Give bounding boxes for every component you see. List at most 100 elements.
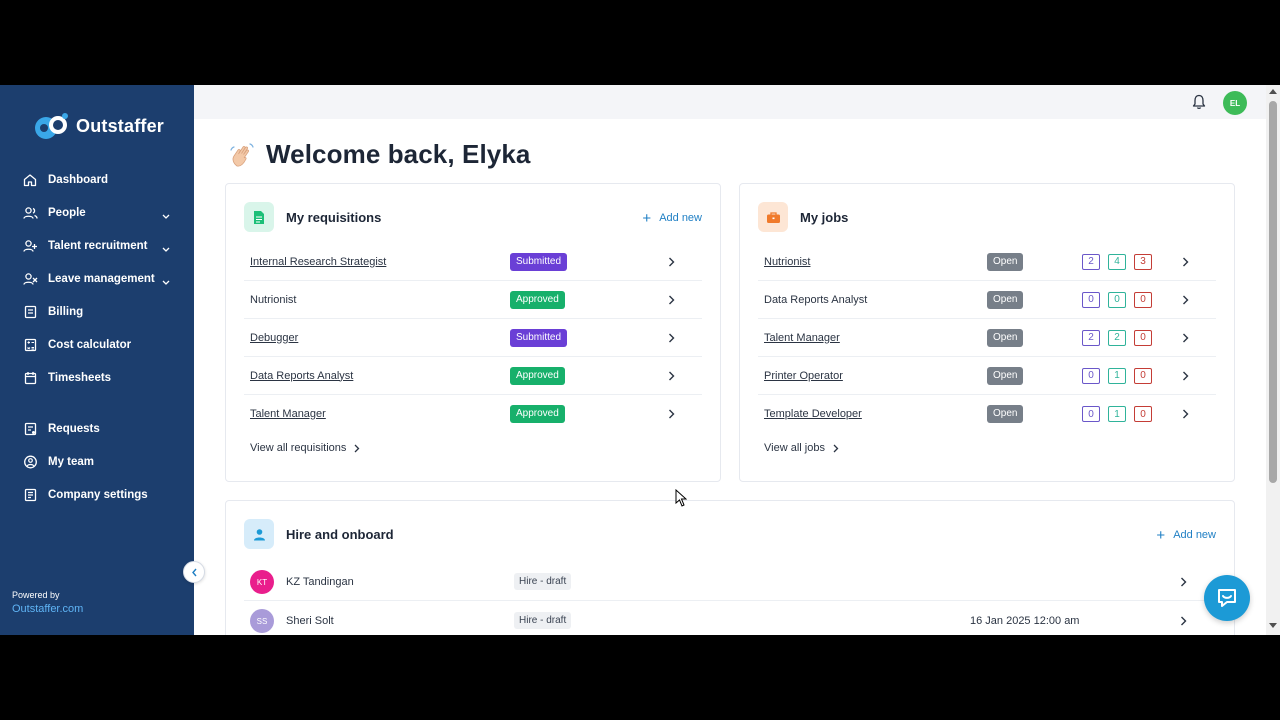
sidebar-item-timesheets[interactable]: Timesheets <box>0 361 194 394</box>
hire-title: Hire and onboard <box>286 526 394 542</box>
sidebar-item-label: My team <box>48 455 95 468</box>
count-badge[interactable]: 1 <box>1108 406 1126 422</box>
job-row[interactable]: Printer Operator Open 0 1 0 <box>758 357 1216 395</box>
count-badge[interactable]: 0 <box>1082 291 1100 308</box>
job-name[interactable]: Nutrionist <box>764 256 810 268</box>
sidebar-item-cost-calculator[interactable]: Cost calculator <box>0 328 194 361</box>
count-badge[interactable]: 2 <box>1082 253 1100 270</box>
requisition-name[interactable]: Nutrionist <box>250 294 296 306</box>
job-name[interactable]: Data Reports Analyst <box>764 294 867 306</box>
sidebar-item-requests[interactable]: Requests <box>0 412 194 445</box>
view-all-label: View all requisitions <box>250 442 347 454</box>
sidebar-collapse-button[interactable] <box>183 561 205 583</box>
count-badge[interactable]: 2 <box>1082 329 1100 346</box>
requisition-name[interactable]: Data Reports Analyst <box>250 370 353 382</box>
status-badge: Open <box>987 290 1024 309</box>
view-all-requisitions-link[interactable]: View all requisitions <box>250 442 360 454</box>
sidebar-item-company-settings[interactable]: Company settings <box>0 478 194 511</box>
scrollbar-thumb[interactable] <box>1269 101 1277 483</box>
count-badge[interactable]: 0 <box>1108 291 1126 308</box>
powered-by-label: Powered by <box>12 590 60 600</box>
job-row[interactable]: Nutrionist Open 2 4 3 <box>758 243 1216 281</box>
count-badge[interactable]: 0 <box>1082 406 1100 422</box>
chevron-right-icon[interactable] <box>666 371 676 381</box>
sidebar-item-dashboard[interactable]: Dashboard <box>0 163 194 196</box>
chevron-right-icon[interactable] <box>1180 333 1190 343</box>
job-name[interactable]: Printer Operator <box>764 370 843 382</box>
sidebar-item-leave-management[interactable]: Leave management <box>0 262 194 295</box>
add-hire-button[interactable]: + Add new <box>1156 528 1216 543</box>
requisition-row[interactable]: Nutrionist Approved <box>244 281 702 319</box>
page-scrollbar[interactable] <box>1266 85 1280 635</box>
candidate-counts: 0 0 0 <box>1082 291 1152 308</box>
chevron-right-icon[interactable] <box>1180 295 1190 305</box>
chevron-right-icon[interactable] <box>1178 616 1188 626</box>
chat-icon <box>1218 589 1236 607</box>
requisition-row[interactable]: Internal Research Strategist Submitted <box>244 243 702 281</box>
sidebar-item-talent-recruitment[interactable]: Talent recruitment <box>0 229 194 262</box>
chevron-right-icon[interactable] <box>666 257 676 267</box>
count-badge[interactable]: 0 <box>1134 367 1152 384</box>
status-badge: Approved <box>510 290 565 309</box>
requisition-row[interactable]: Debugger Submitted <box>244 319 702 357</box>
bell-icon[interactable] <box>1192 94 1206 110</box>
user-avatar[interactable]: EL <box>1223 91 1247 115</box>
sidebar-item-label: Company settings <box>48 488 148 501</box>
hire-onboard-card: Hire and onboard + Add new KT KZ Tanding… <box>225 500 1235 635</box>
status-badge: Open <box>987 366 1024 385</box>
count-badge[interactable]: 0 <box>1134 291 1152 308</box>
app-viewport: Outstaffer Dashboard People Talent recru… <box>0 85 1280 635</box>
candidate-counts: 0 1 0 <box>1082 406 1152 422</box>
job-name[interactable]: Template Developer <box>764 408 862 420</box>
job-row[interactable]: Data Reports Analyst Open 0 0 0 <box>758 281 1216 319</box>
chevron-right-icon[interactable] <box>1178 577 1188 587</box>
requisition-row[interactable]: Data Reports Analyst Approved <box>244 357 702 395</box>
sidebar-item-my-team[interactable]: My team <box>0 445 194 478</box>
recruitment-icon <box>22 238 38 254</box>
chevron-right-icon[interactable] <box>666 409 676 419</box>
sidebar-item-billing[interactable]: Billing <box>0 295 194 328</box>
add-requisition-button[interactable]: + Add new <box>642 211 702 226</box>
status-badge: Hire - draft <box>514 573 572 590</box>
chevron-right-icon[interactable] <box>1180 257 1190 267</box>
requisition-name[interactable]: Talent Manager <box>250 408 326 420</box>
job-name[interactable]: Talent Manager <box>764 332 840 344</box>
document-icon <box>244 202 274 232</box>
brand-logo[interactable]: Outstaffer <box>32 111 164 141</box>
scroll-up-icon[interactable] <box>1269 88 1277 94</box>
count-badge[interactable]: 1 <box>1108 367 1126 384</box>
count-badge[interactable]: 4 <box>1108 253 1126 270</box>
view-all-label: View all jobs <box>764 442 825 454</box>
count-badge[interactable]: 0 <box>1082 367 1100 384</box>
sidebar-item-label: People <box>48 206 86 219</box>
sidebar-item-people[interactable]: People <box>0 196 194 229</box>
scroll-down-icon[interactable] <box>1269 623 1277 629</box>
hire-row[interactable]: SS Sheri Solt Hire - draft 16 Jan 2025 1… <box>244 601 1216 635</box>
chat-support-button[interactable] <box>1204 575 1250 621</box>
billing-icon <box>22 304 38 320</box>
hire-card-header: Hire and onboard <box>244 519 394 549</box>
job-row[interactable]: Template Developer Open 0 1 0 <box>758 395 1216 433</box>
job-row[interactable]: Talent Manager Open 2 2 0 <box>758 319 1216 357</box>
timesheet-icon <box>22 370 38 386</box>
count-badge[interactable]: 0 <box>1134 406 1152 422</box>
jobs-card-header: My jobs <box>758 202 848 232</box>
chevron-right-icon[interactable] <box>666 295 676 305</box>
count-badge[interactable]: 2 <box>1108 329 1126 346</box>
requisition-row[interactable]: Talent Manager Approved <box>244 395 702 433</box>
jobs-list: Nutrionist Open 2 4 3 Data Reports Analy… <box>758 243 1216 433</box>
hire-date: 16 Jan 2025 12:00 am <box>970 615 1080 627</box>
mouse-cursor-icon <box>675 489 687 507</box>
hire-name[interactable]: KZ Tandingan <box>286 576 354 588</box>
requisition-name[interactable]: Internal Research Strategist <box>250 256 386 268</box>
powered-by-link[interactable]: Outstaffer.com <box>12 603 83 615</box>
chevron-right-icon[interactable] <box>1180 371 1190 381</box>
hire-name[interactable]: Sheri Solt <box>286 615 334 627</box>
view-all-jobs-link[interactable]: View all jobs <box>764 442 839 454</box>
hire-row[interactable]: KT KZ Tandingan Hire - draft <box>244 562 1216 601</box>
count-badge[interactable]: 3 <box>1134 253 1152 270</box>
chevron-right-icon[interactable] <box>666 333 676 343</box>
count-badge[interactable]: 0 <box>1134 329 1152 346</box>
requisition-name[interactable]: Debugger <box>250 332 298 344</box>
chevron-right-icon[interactable] <box>1180 409 1190 419</box>
